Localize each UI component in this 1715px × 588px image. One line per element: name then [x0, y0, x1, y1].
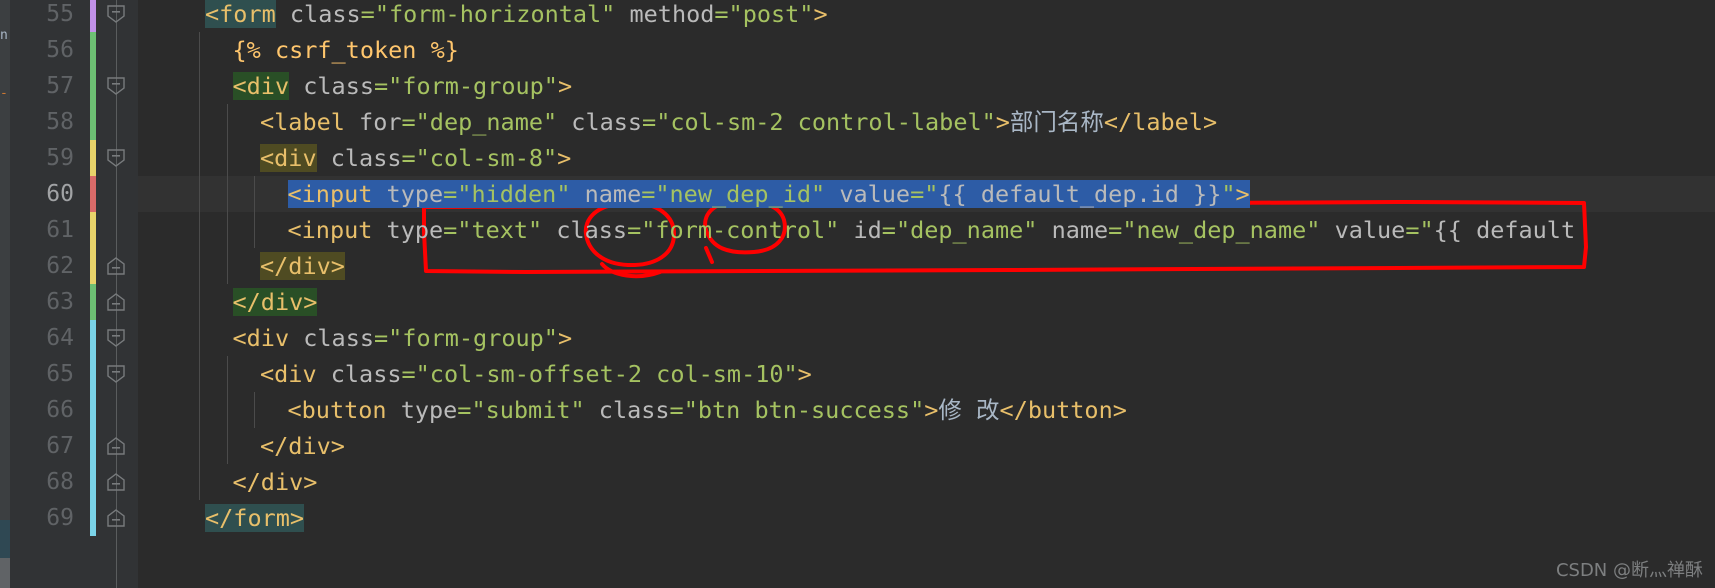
code-line[interactable]: <div class="col-sm-offset-2 col-sm-10">: [260, 356, 812, 392]
code-line[interactable]: </div>: [260, 248, 345, 284]
indent-guide: [199, 104, 200, 140]
fold-collapse-icon[interactable]: [105, 3, 127, 25]
code-line[interactable]: <div class="col-sm-8">: [260, 140, 571, 176]
line-number[interactable]: 60: [46, 176, 74, 212]
indent-guide: [199, 428, 200, 464]
editor-left-edge-strip: n. -(: [0, 0, 16, 588]
line-number[interactable]: 68: [46, 464, 74, 500]
indent-guide: [254, 212, 255, 248]
left-strip-text-2: -(: [0, 86, 16, 101]
line-number[interactable]: 66: [46, 392, 74, 428]
line-number-gutter[interactable]: 55 56 57 58 59 60 61 62 63 64 65 66 67 68 69: [10, 0, 90, 588]
indent-guide: [254, 176, 255, 212]
fold-collapse-icon[interactable]: [105, 363, 127, 385]
indent-guide: [226, 140, 228, 176]
fold-expand-end-icon[interactable]: [105, 435, 127, 457]
fold-expand-end-icon[interactable]: [105, 471, 127, 493]
line-number[interactable]: 59: [46, 140, 74, 176]
code-line[interactable]: </form>: [205, 500, 305, 536]
indent-guide: [226, 248, 228, 284]
indent-guide: [226, 356, 228, 392]
code-line[interactable]: <div class="form-group">: [232, 68, 572, 104]
indent-guide: [226, 212, 228, 248]
code-line[interactable]: <input type="hidden" name="new_dep_id" v…: [287, 176, 1250, 212]
indent-guide: [199, 464, 200, 500]
indent-guide: [199, 320, 200, 356]
indent-guide: [199, 212, 200, 248]
line-number[interactable]: 57: [46, 68, 74, 104]
line-number[interactable]: 56: [46, 32, 74, 68]
code-line[interactable]: <input type="text" class="form-control" …: [288, 212, 1576, 248]
line-number[interactable]: 65: [46, 356, 74, 392]
line-number[interactable]: 67: [46, 428, 74, 464]
indent-guide: [226, 104, 228, 140]
code-line[interactable]: <form class="form-horizontal" method="po…: [205, 0, 828, 32]
code-line[interactable]: </div>: [232, 284, 318, 320]
fold-collapse-icon[interactable]: [105, 327, 127, 349]
indent-guide: [199, 68, 200, 104]
code-line[interactable]: </div>: [260, 428, 345, 464]
code-line[interactable]: </div>: [233, 464, 318, 500]
fold-gutter[interactable]: [96, 0, 138, 588]
indent-guide: [199, 176, 200, 212]
left-strip-text-1: n.: [0, 28, 16, 43]
line-number[interactable]: 61: [46, 212, 74, 248]
indent-guide: [226, 428, 228, 464]
indent-guide: [254, 392, 255, 428]
left-strip-scrollbar[interactable]: [0, 558, 10, 588]
code-line[interactable]: <button type="submit" class="btn btn-suc…: [288, 392, 1127, 428]
code-text-area[interactable]: <form class="form-horizontal" method="po…: [138, 0, 1715, 588]
annotation-stroke-1: [600, 262, 662, 279]
code-line[interactable]: <label for="dep_name" class="col-sm-2 co…: [260, 104, 1217, 140]
indent-guide: [199, 356, 200, 392]
line-number[interactable]: 55: [46, 0, 74, 32]
csdn-watermark: CSDN @断灬禅酥: [1555, 560, 1703, 581]
fold-expand-end-icon[interactable]: [105, 507, 127, 529]
line-number[interactable]: 69: [46, 500, 74, 536]
indent-guide: [226, 176, 228, 212]
fold-expand-end-icon[interactable]: [105, 291, 127, 313]
line-number[interactable]: 63: [46, 284, 74, 320]
indent-guide: [199, 140, 200, 176]
code-line[interactable]: {% csrf_token %}: [233, 32, 459, 68]
line-number[interactable]: 58: [46, 104, 74, 140]
fold-collapse-icon[interactable]: [105, 147, 127, 169]
fold-expand-end-icon[interactable]: [105, 255, 127, 277]
line-number[interactable]: 64: [46, 320, 74, 356]
indent-guide: [199, 248, 200, 284]
left-strip-marker: [0, 520, 10, 558]
code-line[interactable]: <div class="form-group">: [233, 320, 573, 356]
indent-guide: [199, 392, 200, 428]
indent-guide: [199, 32, 200, 68]
indent-guide: [226, 392, 228, 428]
indent-guide: [199, 284, 200, 320]
fold-collapse-icon[interactable]: [105, 75, 127, 97]
line-number[interactable]: 62: [46, 248, 74, 284]
code-editor[interactable]: n. -( 55 56 57 58 59 60 61 62 63 64 65 66 67 68 69 <fo…: [0, 0, 1715, 588]
annotation-stroke-2: [704, 246, 714, 264]
